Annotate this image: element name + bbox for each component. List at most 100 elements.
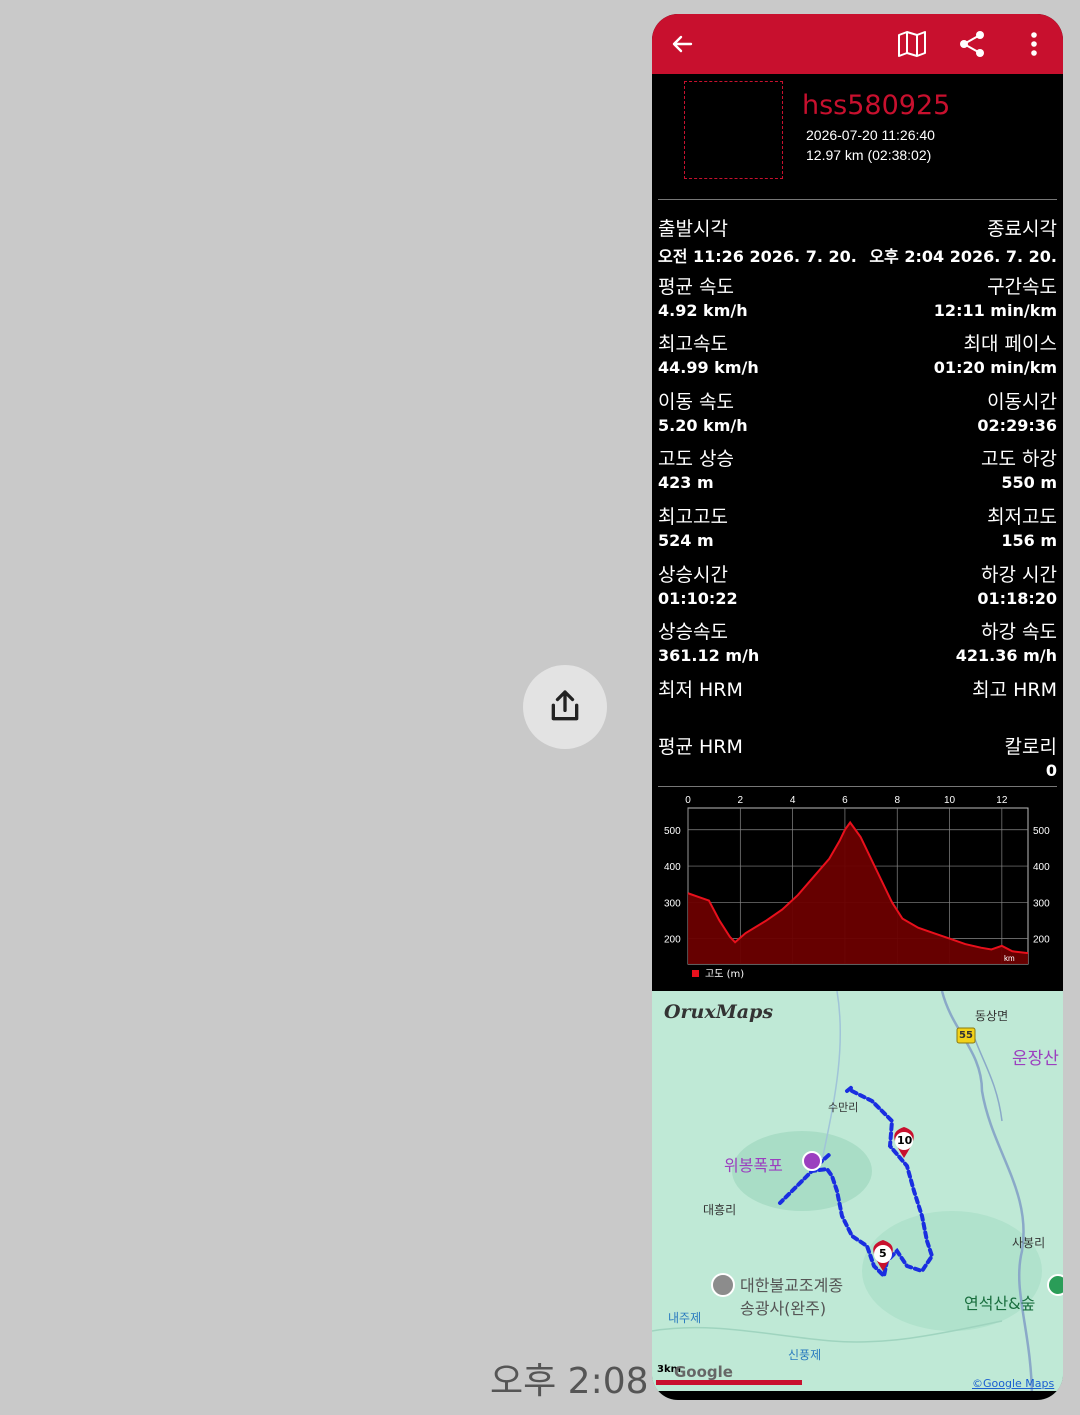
stat-row: 상승시간 01:10:22 하강 시간 01:18:20 bbox=[658, 560, 1057, 618]
stat-value-left: 361.12 m/h bbox=[658, 646, 760, 666]
divider bbox=[658, 199, 1057, 200]
map-label-temple-1: 대한불교조계종 bbox=[740, 1276, 844, 1295]
app-bar bbox=[652, 14, 1063, 74]
track-datetime: 2026-07-20 11:26:40 bbox=[806, 127, 935, 143]
google-logo: Google bbox=[674, 1363, 733, 1381]
map-label-sumanri: 수만리 bbox=[828, 1101, 859, 1114]
y-tick-label-right: 400 bbox=[1033, 862, 1050, 873]
share-icon[interactable] bbox=[956, 28, 988, 60]
stat-row: 평균 속도 4.92 km/h 구간속도 12:11 min/km bbox=[658, 272, 1057, 330]
stat-value-right: 550 m bbox=[1001, 473, 1057, 493]
map-label-daeheungri: 대흥리 bbox=[703, 1203, 737, 1217]
upload-icon bbox=[551, 690, 579, 721]
map-label-sabongri: 사봉리 bbox=[1012, 1236, 1046, 1250]
route-55-badge: 55 bbox=[959, 1030, 973, 1041]
map-label-unjangsan: 운장산 bbox=[1012, 1049, 1059, 1069]
phone-screenshot[interactable]: hss580925 2026-07-20 11:26:40 12.97 km (… bbox=[652, 14, 1063, 1400]
message-timestamp: 오후 2:08 bbox=[490, 1361, 649, 1402]
x-tick-label: 10 bbox=[944, 795, 956, 806]
more-options-icon[interactable] bbox=[1018, 28, 1050, 60]
x-unit-label: km bbox=[1004, 954, 1015, 963]
stat-label-left: 평균 HRM bbox=[658, 736, 743, 759]
stat-label-right: 최대 페이스 bbox=[963, 333, 1057, 356]
map-label-sinpung: 신풍제 bbox=[788, 1348, 822, 1362]
stat-value-right: 01:20 min/km bbox=[933, 358, 1057, 378]
back-arrow-icon[interactable] bbox=[666, 28, 698, 60]
track-map[interactable]: OruxMaps 동상면 55 운장산 수만리 위봉폭포 대흥리 사봉리 대한불… bbox=[652, 991, 1063, 1400]
stat-value-right: 02:29:36 bbox=[977, 415, 1057, 435]
map-copyright[interactable]: ©Google Maps bbox=[972, 1377, 1054, 1390]
stat-label-left: 최고고도 bbox=[658, 505, 728, 528]
username: hss580925 bbox=[802, 90, 951, 121]
legend-swatch bbox=[692, 970, 699, 977]
user-avatar-placeholder bbox=[684, 81, 783, 179]
x-tick-label: 2 bbox=[738, 795, 744, 806]
x-tick-label: 12 bbox=[996, 795, 1008, 806]
map-label-naeju: 내주제 bbox=[668, 1311, 702, 1325]
stat-value-left: 4.92 km/h bbox=[658, 300, 748, 320]
stat-label-right: 하강 시간 bbox=[981, 563, 1057, 586]
map-label-temple-2: 송광사(완주) bbox=[740, 1299, 827, 1318]
stat-value-left: 44.99 km/h bbox=[658, 358, 759, 378]
stat-row: 이동 속도 5.20 km/h 이동시간 02:29:36 bbox=[658, 387, 1057, 445]
map-label-yeonseok: 연석산&숲 bbox=[964, 1294, 1036, 1313]
stat-value-right: 156 m bbox=[1001, 530, 1057, 550]
stat-row: 상승속도 361.12 m/h 하강 속도 421.36 m/h bbox=[658, 617, 1057, 675]
pin-5-label[interactable]: 5 bbox=[879, 1247, 887, 1260]
map-brand: OruxMaps bbox=[664, 1001, 774, 1023]
stat-label-left: 상승시간 bbox=[658, 563, 728, 586]
stat-label-right: 하강 속도 bbox=[981, 621, 1057, 644]
stat-label-right: 고도 하강 bbox=[981, 448, 1057, 471]
stat-row: 최저 HRM 최고 HRM bbox=[658, 675, 1057, 733]
legend-label: 고도 (m) bbox=[705, 969, 744, 980]
y-tick-label-right: 500 bbox=[1033, 826, 1050, 837]
stat-value-right: 421.36 m/h bbox=[955, 646, 1057, 666]
stat-label-left: 최고속도 bbox=[658, 333, 728, 356]
y-tick-label-left: 400 bbox=[664, 862, 681, 873]
track-header: hss580925 2026-07-20 11:26:40 12.97 km (… bbox=[652, 74, 1063, 200]
stat-label-left: 최저 HRM bbox=[658, 678, 743, 701]
stat-value-left: 5.20 km/h bbox=[658, 415, 748, 435]
stat-label-right: 최저고도 bbox=[987, 505, 1057, 528]
stat-value-left: 423 m bbox=[658, 473, 714, 493]
stat-value-right: 12:11 min/km bbox=[933, 300, 1057, 320]
map-icon[interactable] bbox=[896, 28, 928, 60]
x-tick-label: 8 bbox=[894, 795, 900, 806]
y-tick-label-right: 300 bbox=[1033, 898, 1050, 909]
stat-value-left: 01:10:22 bbox=[658, 588, 738, 608]
stat-label-left: 평균 속도 bbox=[658, 275, 734, 298]
x-tick-label: 4 bbox=[790, 795, 796, 806]
share-button[interactable] bbox=[523, 665, 607, 749]
stat-label-left: 고도 상승 bbox=[658, 448, 734, 471]
stat-label-left: 출발시각 bbox=[658, 218, 728, 240]
stat-value-right: 오후 2:04 2026. 7. 20. bbox=[869, 247, 1057, 266]
map-label-dongsang: 동상면 bbox=[975, 1009, 1009, 1023]
y-tick-label-right: 200 bbox=[1033, 935, 1050, 946]
track-summary: 12.97 km (02:38:02) bbox=[806, 147, 932, 163]
stat-row: 평균 HRM 칼로리 0 bbox=[658, 732, 1057, 790]
stat-row: 고도 상승 423 m 고도 하강 550 m bbox=[658, 444, 1057, 502]
elevation-chart: 0 2 4 6 8 10 12 500 500 400 400 300 300 200 200 고도 (m) k… bbox=[664, 795, 1050, 980]
y-tick-label-left: 500 bbox=[664, 826, 681, 837]
map-background bbox=[652, 991, 1063, 1400]
stat-label-right: 칼로리 bbox=[1004, 736, 1057, 759]
x-tick-label: 0 bbox=[685, 795, 691, 806]
stat-value-left: 524 m bbox=[658, 530, 714, 550]
y-tick-label-left: 200 bbox=[664, 935, 681, 946]
stat-label-right: 구간속도 bbox=[987, 275, 1057, 298]
stat-label-right: 최고 HRM bbox=[972, 678, 1057, 701]
stat-value-left: 오전 11:26 2026. 7. 20. bbox=[658, 247, 857, 266]
stat-row: 최고속도 44.99 km/h 최대 페이스 01:20 min/km bbox=[658, 329, 1057, 387]
divider bbox=[658, 786, 1057, 787]
stat-value-right: 01:18:20 bbox=[977, 588, 1057, 608]
stat-row: 최고고도 524 m 최저고도 156 m bbox=[658, 502, 1057, 560]
stat-label-left: 이동 속도 bbox=[658, 390, 734, 413]
pin-10-label[interactable]: 10 bbox=[897, 1134, 912, 1147]
x-tick-label: 6 bbox=[842, 795, 848, 806]
stat-label-left: 상승속도 bbox=[658, 621, 728, 644]
stats-list: 출발시각 오전 11:26 2026. 7. 20. 종료시각 오후 2:04 202… bbox=[658, 214, 1057, 790]
stat-label-right: 이동시간 bbox=[987, 390, 1057, 413]
y-tick-label-left: 300 bbox=[664, 898, 681, 909]
stat-value-right: 0 bbox=[1045, 761, 1057, 781]
map-label-wibong: 위봉폭포 bbox=[724, 1156, 783, 1175]
